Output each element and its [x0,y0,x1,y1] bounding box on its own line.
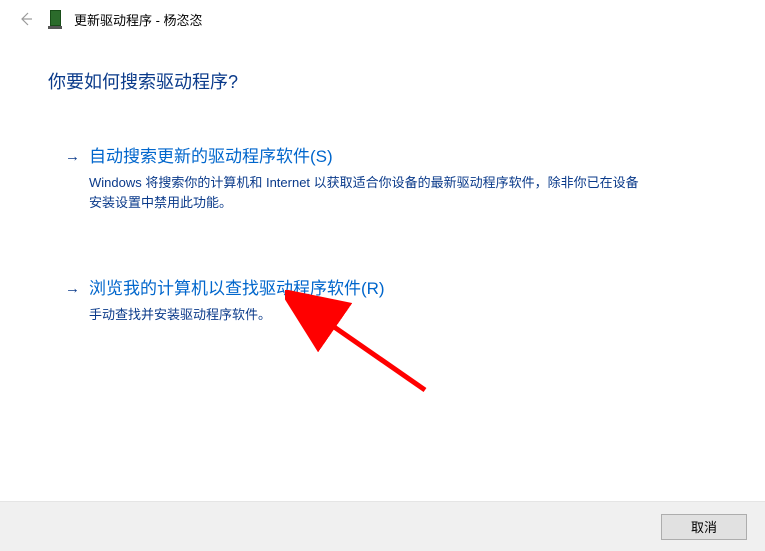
device-icon [48,9,64,29]
option-title: 自动搜索更新的驱动程序软件(S) [89,145,702,169]
option-body: 自动搜索更新的驱动程序软件(S) Windows 将搜索你的计算机和 Inter… [89,145,702,213]
cancel-button[interactable]: 取消 [661,514,747,540]
titlebar: 更新驱动程序 - 杨恣恣 [0,0,765,38]
option-title: 浏览我的计算机以查找驱动程序软件(R) [89,277,702,301]
window-title: 更新驱动程序 - 杨恣恣 [74,10,203,29]
footer: 取消 [0,501,765,551]
option-description: Windows 将搜索你的计算机和 Internet 以获取适合你设备的最新驱动… [89,173,649,213]
back-arrow-icon[interactable] [12,5,40,33]
option-description: 手动查找并安装驱动程序软件。 [89,305,649,325]
option-browse-computer[interactable]: → 浏览我的计算机以查找驱动程序软件(R) 手动查找并安装驱动程序软件。 [54,266,717,342]
arrow-right-icon: → [65,145,83,213]
arrow-right-icon: → [65,277,83,325]
options-list: → 自动搜索更新的驱动程序软件(S) Windows 将搜索你的计算机和 Int… [54,134,717,342]
content-area: 你要如何搜索驱动程序? → 自动搜索更新的驱动程序软件(S) Windows 将… [0,38,765,342]
page-heading: 你要如何搜索驱动程序? [48,68,717,94]
option-body: 浏览我的计算机以查找驱动程序软件(R) 手动查找并安装驱动程序软件。 [89,277,702,325]
option-auto-search[interactable]: → 自动搜索更新的驱动程序软件(S) Windows 将搜索你的计算机和 Int… [54,134,717,230]
